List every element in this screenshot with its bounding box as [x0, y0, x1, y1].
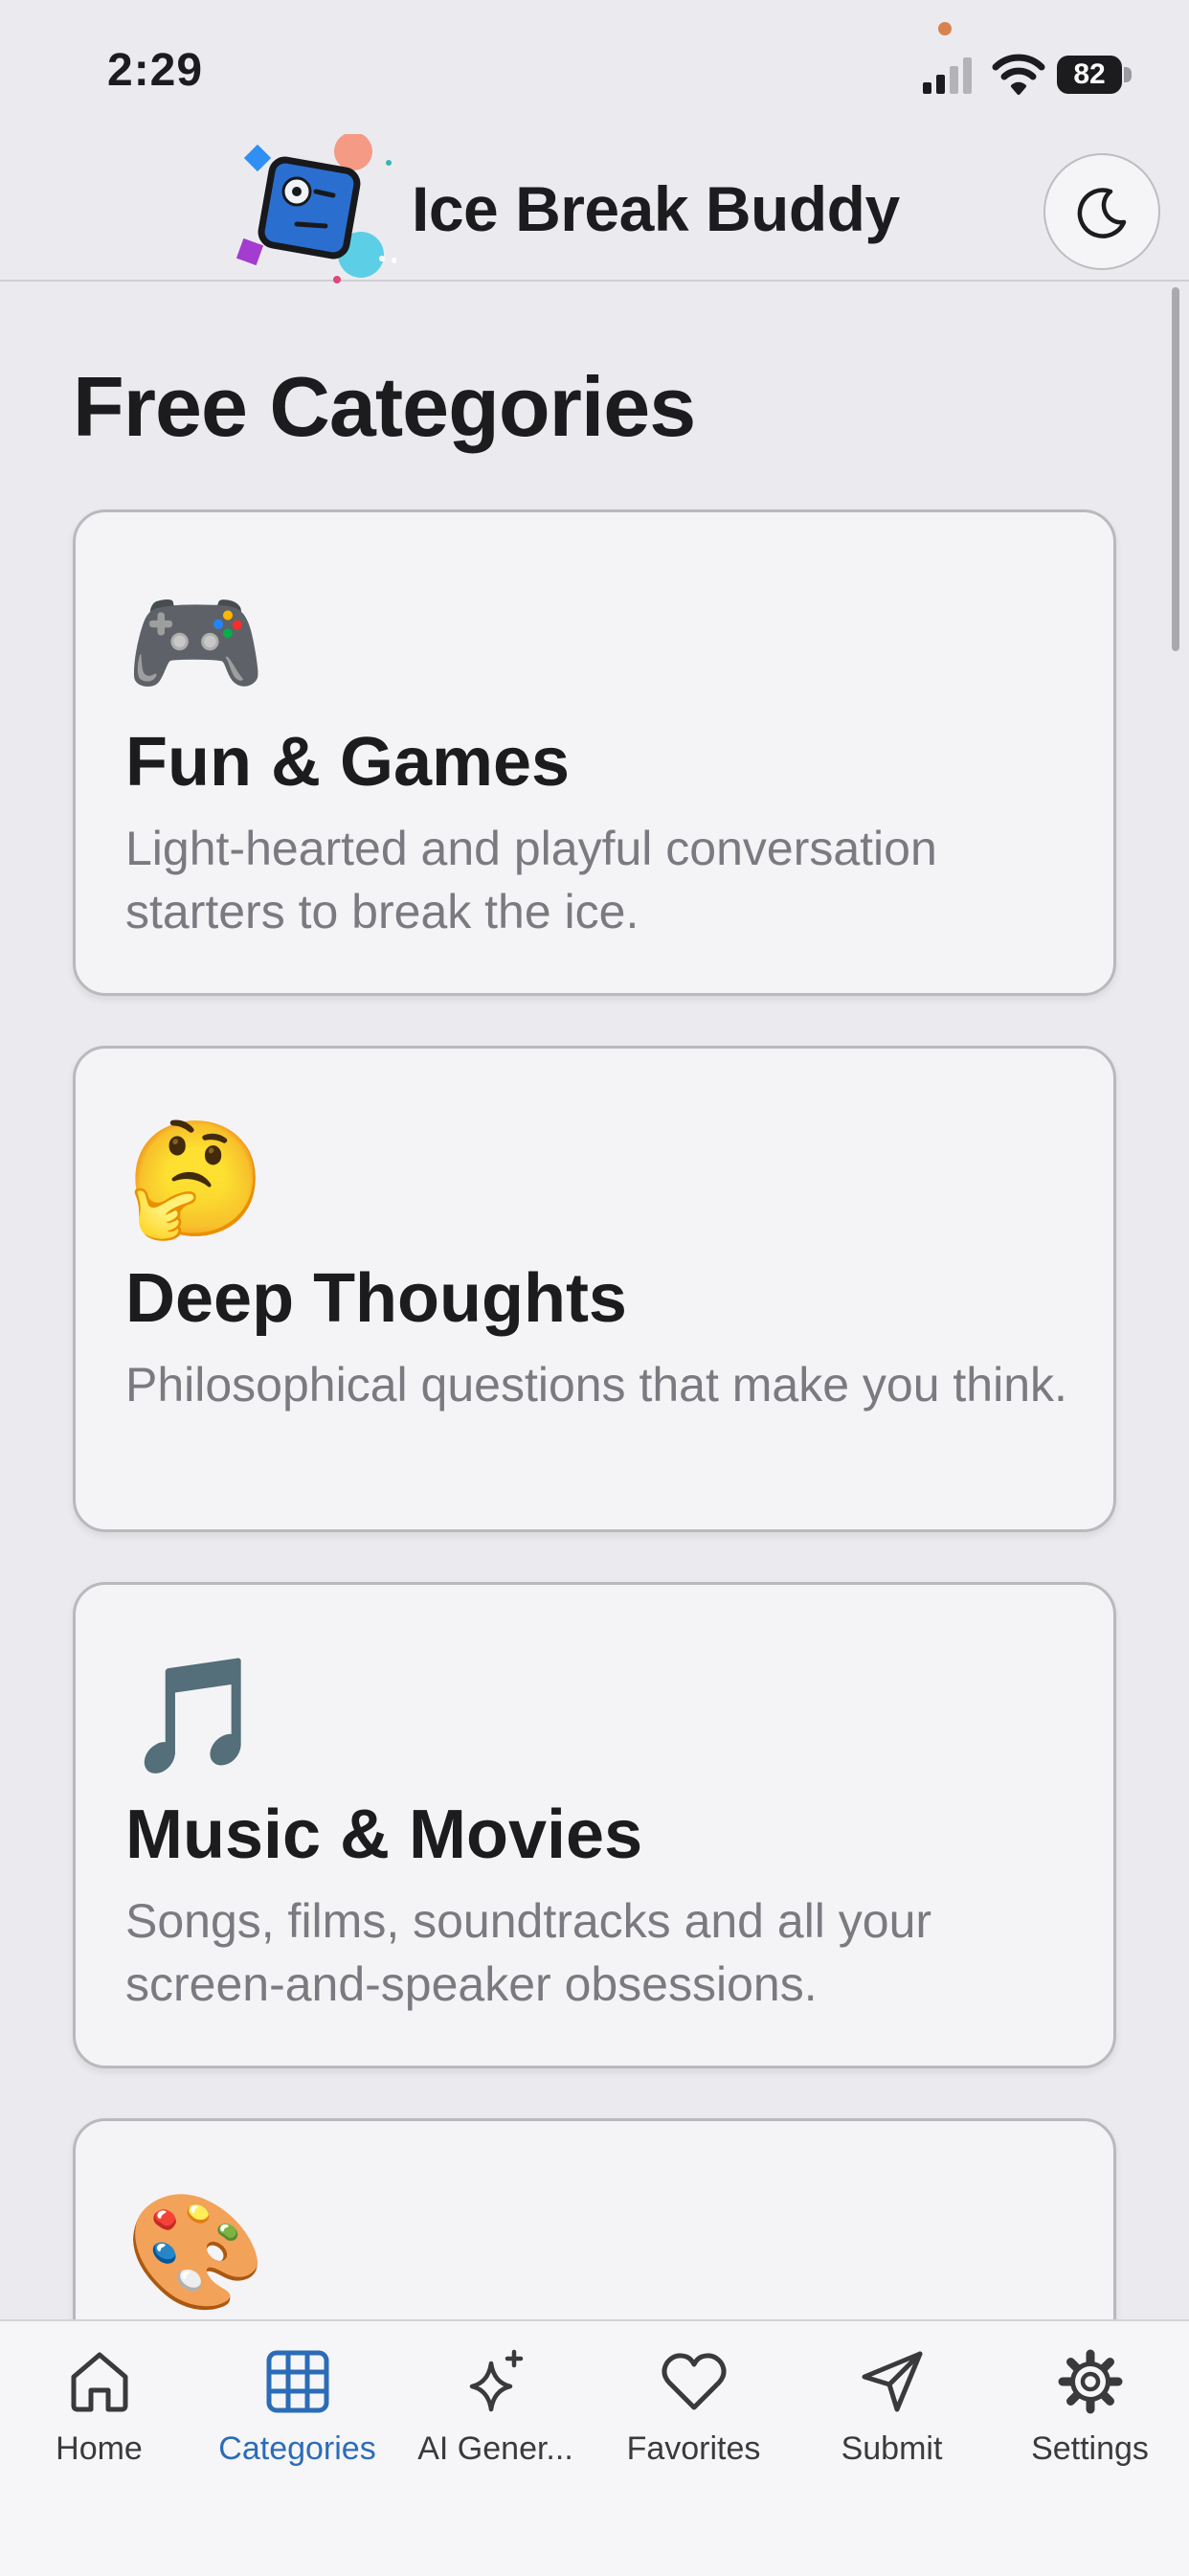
wifi-icon	[992, 54, 1045, 95]
moon-icon	[1077, 188, 1127, 238]
battery-indicator: 82	[1057, 56, 1133, 94]
category-list: 🎮 Fun & Games Light-hearted and playful …	[73, 509, 1116, 2319]
tab-label: Home	[56, 2430, 143, 2467]
categories-scroll-view[interactable]: Free Categories 🎮 Fun & Games Light-hear…	[0, 282, 1189, 2319]
category-description: Light-hearted and playful conversation s…	[125, 822, 937, 938]
category-card-fun-games[interactable]: 🎮 Fun & Games Light-hearted and playful …	[73, 509, 1116, 996]
heart-icon	[662, 2353, 726, 2410]
category-title: Music & Movies	[125, 1796, 643, 1873]
tab-label: AI Gener...	[417, 2430, 573, 2467]
grid-icon	[266, 2350, 328, 2413]
category-description: Songs, films, soundtracks and all your s…	[125, 1894, 932, 2011]
artist-palette-icon: 🎨	[125, 2189, 266, 2316]
category-card-deep-thoughts[interactable]: 🤔 Deep Thoughts Philosophical questions …	[73, 1046, 1116, 1532]
cellular-signal-icon	[923, 57, 972, 94]
scrollbar-thumb[interactable]	[1172, 287, 1179, 651]
tab-label: Settings	[1031, 2430, 1149, 2467]
category-description: Philosophical questions that make you th…	[125, 1358, 1067, 1412]
battery-cap	[1124, 67, 1132, 82]
tab-settings[interactable]: Settings	[991, 2346, 1189, 2480]
send-icon	[862, 2351, 922, 2412]
game-controller-icon: 🎮	[125, 580, 266, 707]
gear-icon	[1058, 2349, 1122, 2414]
tab-submit[interactable]: Submit	[793, 2346, 991, 2480]
category-title: Fun & Games	[125, 724, 571, 801]
tab-favorites[interactable]: Favorites	[594, 2346, 793, 2480]
battery-level: 82	[1057, 56, 1122, 94]
privacy-indicator-dot	[938, 22, 952, 35]
app-title: Ice Break Buddy	[412, 173, 900, 244]
tab-ai-generator[interactable]: AI Gener...	[396, 2346, 594, 2480]
thinking-face-icon: 🤔	[125, 1117, 266, 1243]
music-notes-icon: 🎵	[125, 1653, 266, 1779]
tab-home[interactable]: Home	[0, 2346, 198, 2480]
theme-toggle-button[interactable]	[1043, 153, 1160, 270]
section-title: Free Categories	[73, 359, 696, 454]
app-header: Ice Break Buddy	[0, 134, 1189, 283]
app-logo-icon	[236, 134, 396, 283]
tab-categories[interactable]: Categories	[198, 2346, 396, 2480]
sparkles-icon	[469, 2349, 523, 2412]
status-bar: 2:29 82	[0, 0, 1189, 134]
tab-bar: Home Categories AI Gener... Favorites Su…	[0, 2319, 1189, 2576]
status-time: 2:29	[107, 45, 204, 96]
category-card-music-movies[interactable]: 🎵 Music & Movies Songs, films, soundtrac…	[73, 1582, 1116, 2068]
home-icon	[71, 2352, 127, 2412]
tab-label: Categories	[218, 2430, 376, 2467]
category-card-art[interactable]: 🎨	[73, 2118, 1116, 2319]
category-title: Deep Thoughts	[125, 1260, 627, 1337]
tab-label: Favorites	[626, 2430, 761, 2467]
tab-label: Submit	[841, 2430, 943, 2467]
